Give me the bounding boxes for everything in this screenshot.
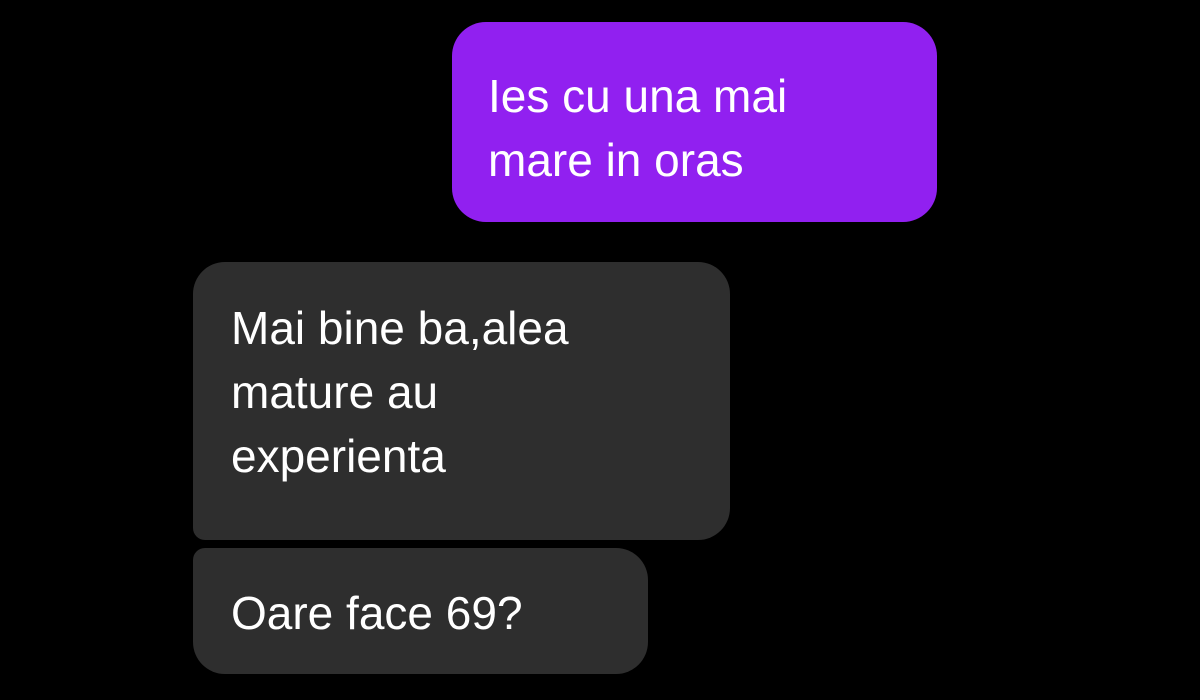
chat-thread: Ies cu una mai mare in oras Mai bine ba,… (0, 0, 1200, 700)
incoming-message-bubble[interactable]: Mai bine ba,alea mature au experienta (193, 262, 730, 540)
incoming-message-bubble[interactable]: Oare face 69? (193, 548, 648, 674)
outgoing-message-bubble[interactable]: Ies cu una mai mare in oras (452, 22, 937, 222)
